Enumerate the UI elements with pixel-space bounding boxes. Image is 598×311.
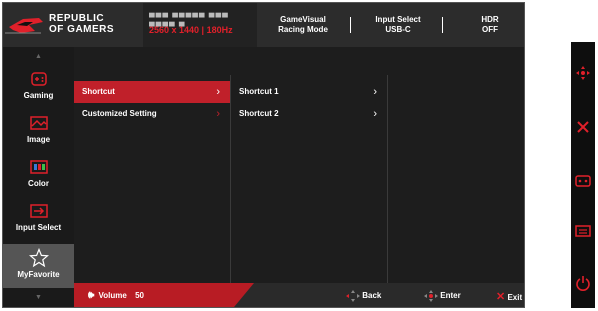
input-icon[interactable]	[575, 223, 591, 239]
osd-menu: REPUBLIC OF GAMERS ▀▀▀ ▀▀▀▀▀ ▀▀▀ ▀▀▀▀ ▀ …	[2, 2, 525, 308]
rog-logo: REPUBLIC OF GAMERS	[3, 3, 143, 47]
menu-item-shortcut-2[interactable]: Shortcut 2 ›	[231, 103, 387, 125]
footer-bar: 🕪 Volume 50 Back Enter ✕ Exit	[74, 283, 524, 307]
exit-label: Exit	[507, 293, 523, 302]
dpad-center-icon	[424, 290, 438, 302]
header-divider	[350, 17, 351, 33]
back-button[interactable]: Back	[346, 290, 381, 302]
close-icon: ✕	[496, 291, 506, 303]
resolution-text: 2560 x 1440 | 180Hz	[149, 25, 233, 35]
back-label: Back	[362, 291, 382, 301]
input-select-status: Input Select USB-C	[352, 3, 444, 47]
dpad-left-icon	[346, 290, 360, 302]
chevron-right-icon: ›	[216, 108, 220, 120]
sidebar-item-label: Color	[28, 179, 49, 188]
menu-item-customized-setting[interactable]: Customized Setting ›	[74, 103, 230, 125]
gamevisual-status: GameVisual Racing Mode	[257, 3, 349, 47]
rog-eye-icon	[5, 18, 43, 34]
menu-item-label: Shortcut	[82, 87, 115, 96]
header-bar: REPUBLIC OF GAMERS ▀▀▀ ▀▀▀▀▀ ▀▀▀ ▀▀▀▀ ▀ …	[3, 3, 524, 47]
sidebar-item-input-select[interactable]: Input Select	[3, 197, 74, 241]
dpad-icon[interactable]	[575, 65, 591, 81]
menu-item-label: Shortcut 1	[239, 87, 279, 96]
input-select-value: USB-C	[385, 25, 411, 34]
sidebar-item-image[interactable]: Image	[3, 109, 74, 153]
gamepad-icon	[30, 72, 47, 86]
menu-level2: Shortcut 1 › Shortcut 2 ›	[231, 75, 388, 283]
menu-item-shortcut-1[interactable]: Shortcut 1 ›	[231, 81, 387, 103]
image-icon	[29, 116, 48, 130]
menu-level1: Shortcut › Customized Setting ›	[74, 75, 231, 283]
menu-item-label: Customized Setting	[82, 109, 157, 118]
sidebar-item-label: Image	[26, 135, 51, 144]
power-icon[interactable]	[575, 275, 591, 291]
menu-content: Shortcut › Customized Setting › Shortcut…	[74, 47, 524, 283]
input-select-icon	[29, 204, 48, 218]
color-icon	[29, 160, 48, 174]
header-divider	[442, 17, 443, 33]
hdr-value: OFF	[482, 25, 498, 34]
volume-panel: 🕪 Volume 50	[74, 283, 254, 307]
hdr-status: HDR OFF	[444, 3, 524, 47]
volume-value: 50	[135, 291, 144, 300]
volume-label: Volume	[98, 291, 127, 300]
volume-control[interactable]: 🕪 Volume 50	[88, 290, 144, 301]
sidebar-item-color[interactable]: Color	[3, 153, 74, 197]
sidebar: ▲ Gaming Image Color Input Select MyFavo…	[3, 47, 74, 307]
enter-label: Enter	[440, 291, 461, 301]
sidebar-item-myfavorite[interactable]: MyFavorite	[3, 244, 74, 288]
chevron-right-icon: ›	[373, 86, 377, 98]
key-guide-panel	[571, 42, 595, 308]
chevron-right-icon: ›	[373, 108, 377, 120]
star-icon	[28, 248, 49, 268]
model-info: ▀▀▀ ▀▀▀▀▀ ▀▀▀ ▀▀▀▀ ▀ 2560 x 1440 | 180Hz	[143, 3, 257, 47]
chevron-right-icon: ›	[216, 86, 220, 98]
sidebar-item-label: MyFavorite	[17, 270, 60, 279]
gamepad-icon[interactable]	[575, 173, 591, 189]
scroll-down-icon[interactable]: ▼	[3, 294, 74, 301]
gamevisual-label: GameVisual	[280, 15, 326, 24]
exit-button[interactable]: ✕ Exit	[496, 290, 522, 303]
sidebar-item-gaming[interactable]: Gaming	[3, 65, 74, 109]
sidebar-item-label: Input Select	[15, 223, 62, 232]
scroll-up-icon[interactable]: ▲	[3, 53, 74, 60]
input-select-label: Input Select	[375, 15, 421, 24]
menu-item-shortcut[interactable]: Shortcut ›	[74, 81, 230, 103]
sidebar-item-label: Gaming	[23, 91, 54, 100]
brand-text: REPUBLIC OF GAMERS	[49, 13, 115, 35]
enter-button[interactable]: Enter	[424, 290, 461, 302]
hdr-label: HDR	[481, 15, 499, 24]
menu-item-label: Shortcut 2	[239, 109, 279, 118]
close-icon[interactable]	[575, 119, 591, 135]
volume-icon: 🕪	[88, 290, 95, 301]
gamevisual-value: Racing Mode	[278, 25, 328, 34]
